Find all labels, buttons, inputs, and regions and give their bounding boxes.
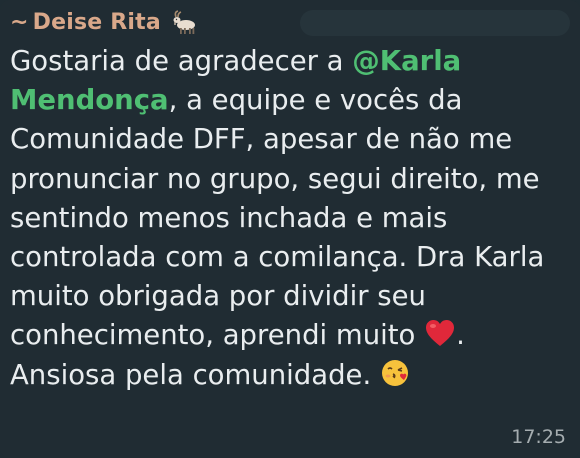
message-text-part1: Gostaria de agradecer a (10, 45, 353, 77)
message-bubble[interactable]: ~ Deise Rita Gostaria de agradecer a @Ka… (0, 0, 580, 458)
message-text-part2: , a equipe e vocês da Comunidade DFF, ap… (10, 84, 545, 352)
message-text: Gostaria de agradecer a @Karla Mendonça,… (10, 42, 570, 395)
redacted-phone-number (300, 10, 570, 36)
face-blowing-kiss-icon (381, 359, 408, 386)
sender-name[interactable]: Deise Rita (33, 10, 161, 35)
sender-prefix: ~ (10, 9, 29, 35)
goat-icon (173, 10, 195, 34)
red-heart-icon (426, 320, 455, 347)
message-timestamp: 17:25 (511, 426, 566, 448)
